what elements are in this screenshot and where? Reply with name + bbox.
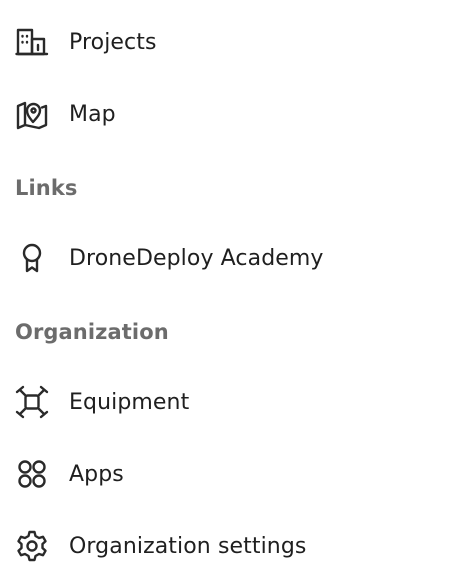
sidebar-item-label: DroneDeploy Academy bbox=[69, 245, 324, 271]
sidebar-item-map[interactable]: Map bbox=[14, 94, 116, 134]
sidebar-item-label: Projects bbox=[69, 29, 157, 55]
ribbon-award-icon bbox=[14, 240, 50, 276]
drone-icon bbox=[14, 384, 50, 420]
apps-grid-icon bbox=[14, 456, 50, 492]
section-heading-organization: Organization bbox=[15, 320, 169, 344]
sidebar-item-label: Organization settings bbox=[69, 533, 307, 559]
section-heading-links: Links bbox=[15, 176, 78, 200]
map-pin-icon bbox=[14, 96, 50, 132]
sidebar-item-academy[interactable]: DroneDeploy Academy bbox=[14, 238, 324, 278]
sidebar-nav: Projects Map Links DroneDeploy Academy O… bbox=[0, 0, 474, 582]
building-icon bbox=[14, 24, 50, 60]
sidebar-item-label: Map bbox=[69, 101, 116, 127]
sidebar-item-label: Equipment bbox=[69, 389, 190, 415]
gear-icon bbox=[14, 528, 50, 564]
sidebar-item-equipment[interactable]: Equipment bbox=[14, 382, 189, 422]
sidebar-item-organization-settings[interactable]: Organization settings bbox=[14, 526, 306, 566]
sidebar-item-label: Apps bbox=[69, 461, 124, 487]
sidebar-item-projects[interactable]: Projects bbox=[14, 22, 157, 62]
sidebar-item-apps[interactable]: Apps bbox=[14, 454, 124, 494]
